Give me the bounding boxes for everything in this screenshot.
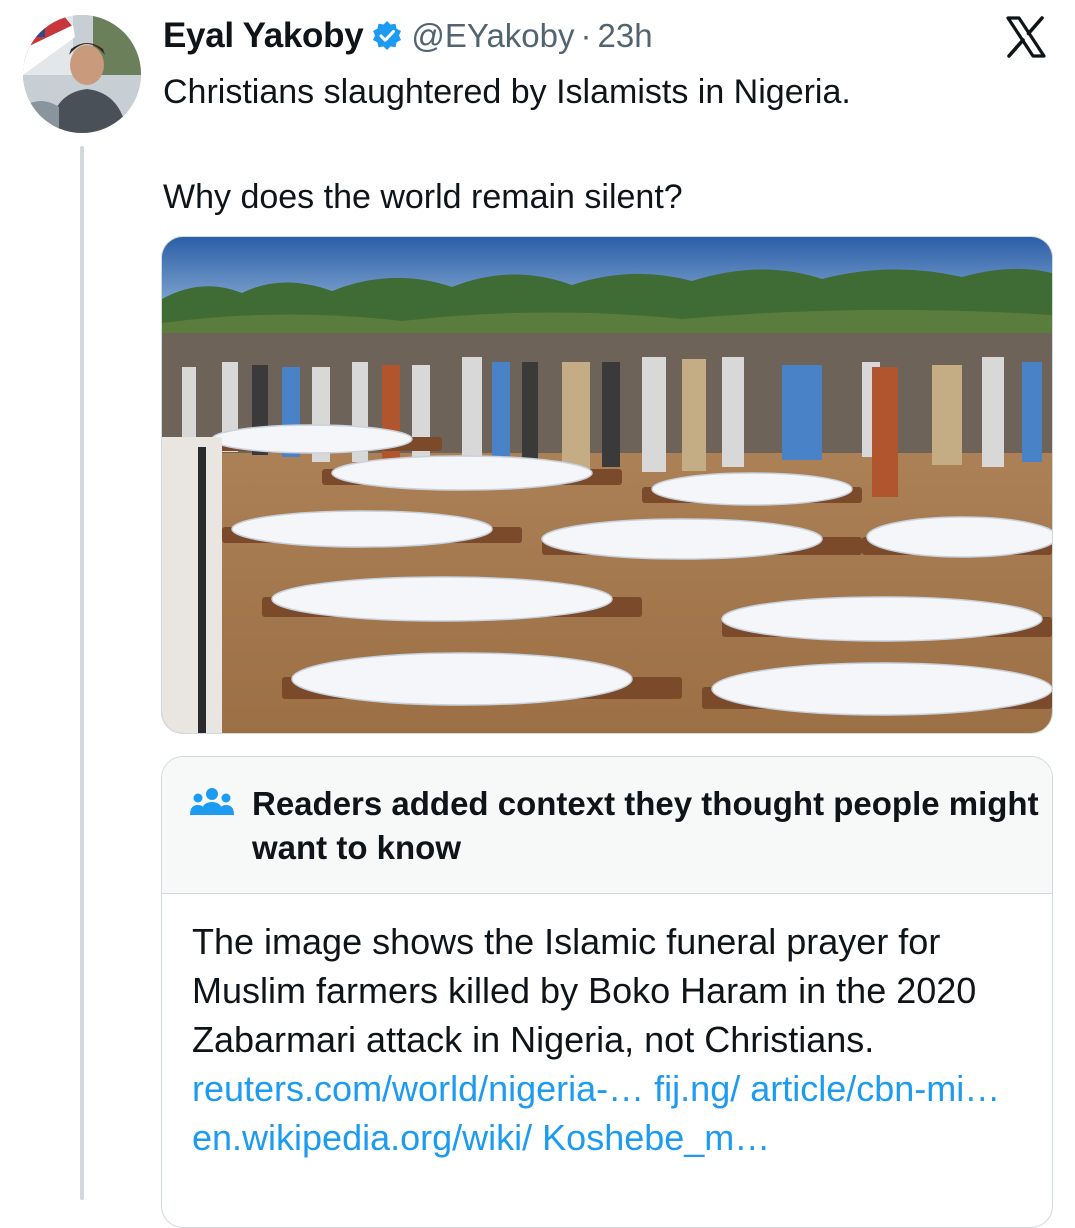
community-note-text: The image shows the Islamic funeral pray… [192,921,977,1060]
community-note-title: Readers added context they thought peopl… [252,785,1039,866]
community-note-body: The image shows the Islamic funeral pray… [192,917,1037,1162]
people-group-icon [190,785,234,821]
avatar[interactable] [23,15,141,133]
author-handle[interactable]: @EYakoby [411,17,574,55]
community-note[interactable]: Readers added context they thought peopl… [161,756,1053,1228]
note-source-link[interactable]: fij.ng/ article/cbn-mi… [654,1068,1000,1109]
community-note-header: Readers added context they thought peopl… [162,757,1052,894]
tweet-text: Christians slaughtered by Islamists in N… [163,68,1043,221]
note-source-link[interactable]: reuters.com/world/nigeria-… [192,1068,644,1109]
avatar-photo [23,15,141,133]
tweet-media-image[interactable] [161,236,1053,734]
tweet-text-line: Christians slaughtered by Islamists in N… [163,73,851,111]
author-name[interactable]: Eyal Yakoby [163,16,364,56]
tweet-text-line: Why does the world remain silent? [163,178,683,216]
thread-line [80,146,84,1200]
x-logo-icon[interactable] [1003,14,1049,60]
tweet-timestamp[interactable]: 23h [598,17,653,55]
tweet-header: Eyal Yakoby @EYakoby · 23h [163,14,653,58]
note-source-link[interactable]: en.wikipedia.org/wiki/ Koshebe_m… [192,1117,770,1158]
separator-dot: · [580,17,592,54]
funeral-photo [162,237,1052,733]
verified-badge-icon [371,20,403,52]
